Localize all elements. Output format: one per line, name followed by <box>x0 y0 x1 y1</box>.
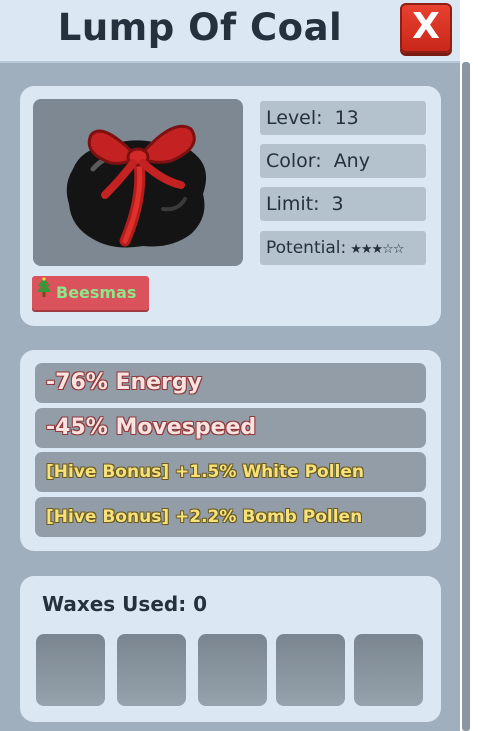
stat-label: Limit: <box>266 193 320 215</box>
stat-value: Any <box>333 150 370 172</box>
close-button[interactable]: X <box>400 3 452 53</box>
header: Lump Of Coal X <box>0 0 460 63</box>
potential-stars: ★★★☆☆ <box>350 242 404 257</box>
item-image <box>33 99 243 266</box>
stat-level: Level: 13 <box>260 101 426 135</box>
waxes-panel: Waxes Used: 0 <box>20 576 441 722</box>
stat-potential: Potential: ★★★☆☆ <box>260 231 426 265</box>
stat-color: Color: Any <box>260 144 426 178</box>
effect-white-pollen: [Hive Bonus] +1.5% White Pollen <box>35 452 426 492</box>
effect-energy: -76% Energy <box>35 363 426 403</box>
effects-panel: -76% Energy -45% Movespeed [Hive Bonus] … <box>20 350 441 551</box>
coal-with-red-bow-icon <box>66 124 207 248</box>
stat-label: Level: <box>266 107 323 129</box>
scrollbar[interactable] <box>462 62 470 731</box>
wax-slot[interactable] <box>354 634 423 706</box>
stat-limit: Limit: 3 <box>260 187 426 221</box>
wax-slot[interactable] <box>276 634 345 706</box>
christmas-tree-icon <box>36 276 56 311</box>
wax-slot[interactable] <box>36 634 105 706</box>
effect-movespeed: -45% Movespeed <box>35 408 426 448</box>
item-info-panel: Beesmas Level: 13 Color: Any Limit: 3 Poten… <box>20 86 441 326</box>
tag-label: Beesmas <box>56 283 137 302</box>
stat-label: Color: <box>266 150 322 172</box>
stat-value: 3 <box>331 193 344 215</box>
waxes-used-label: Waxes Used: 0 <box>42 592 208 616</box>
page-title: Lump Of Coal <box>57 6 343 49</box>
beesmas-tag: Beesmas <box>32 276 149 310</box>
wax-slot[interactable] <box>198 634 267 706</box>
stat-value: 13 <box>334 107 359 129</box>
wax-slot[interactable] <box>117 634 186 706</box>
stat-label: Potential: <box>266 238 347 258</box>
effect-bomb-pollen: [Hive Bonus] +2.2% Bomb Pollen <box>35 497 426 537</box>
